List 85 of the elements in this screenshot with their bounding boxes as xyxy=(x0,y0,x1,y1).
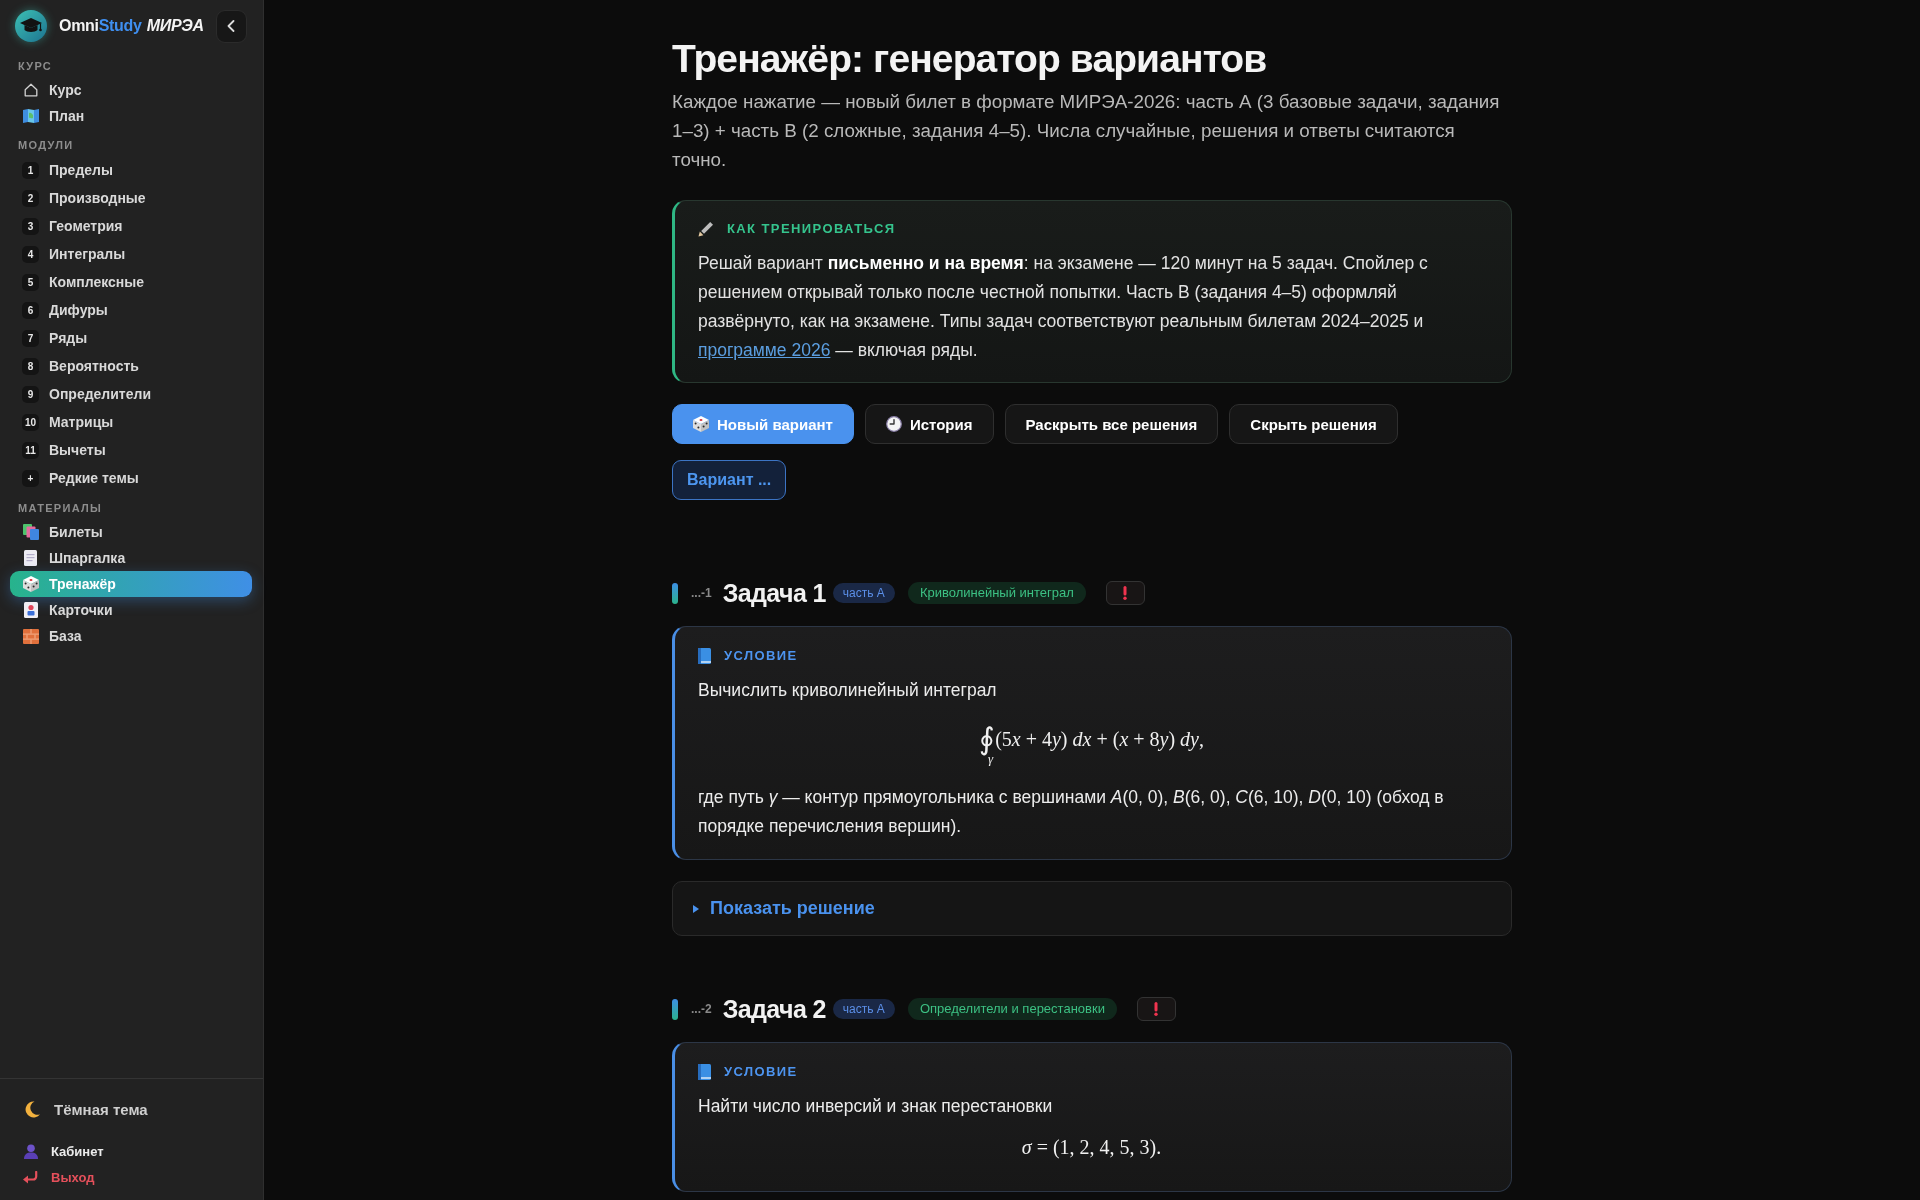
variant-button[interactable]: Вариант ... xyxy=(672,460,787,500)
house-icon xyxy=(23,83,38,97)
return-arrow-icon xyxy=(23,1170,38,1184)
accent-bar xyxy=(672,582,678,604)
accent-bar xyxy=(672,998,678,1020)
page-title: Тренажёр: генератор вариантов xyxy=(672,36,1267,82)
exclamation-icon xyxy=(1123,586,1128,600)
nav-item[interactable]: 3 Геометрия xyxy=(10,212,252,240)
module-number: 11 xyxy=(22,441,39,459)
section-title: МОДУЛИ xyxy=(18,138,74,152)
nav-item[interactable]: Билеты xyxy=(10,519,252,545)
formula: σ = (1, 2, 4, 5, 3). xyxy=(1021,1135,1162,1161)
clock-icon xyxy=(885,416,902,432)
module-number: 10 xyxy=(22,413,39,431)
chevron-left-icon xyxy=(227,20,236,32)
book-icon xyxy=(698,648,711,664)
bricks-icon xyxy=(22,628,39,644)
account-link[interactable]: Выход xyxy=(10,1164,107,1190)
moon-icon xyxy=(24,1100,40,1118)
brand-name: OmniStudy МИРЭА xyxy=(59,17,204,35)
task-number: ...-1 xyxy=(691,586,712,600)
module-number: 2 xyxy=(22,189,39,207)
topic-tag: Определители и перестановки xyxy=(907,998,1117,1020)
action-button[interactable]: История xyxy=(864,404,994,444)
nav-item[interactable]: 6 Дифуры xyxy=(10,296,252,324)
logo-icon xyxy=(15,10,47,42)
task-number: ...-2 xyxy=(691,1002,712,1016)
condition-text: Вычислить криволинейный интеграл xyxy=(698,679,998,702)
nav-item[interactable]: База xyxy=(10,623,252,649)
nav-item[interactable]: Шпаргалка xyxy=(10,545,252,571)
collapse-sidebar-button[interactable] xyxy=(215,9,247,43)
nav-item[interactable]: + Редкие темы xyxy=(10,464,252,492)
condition-text: Найти число инверсий и знак перестановки xyxy=(698,1095,1054,1118)
part-tag: часть А xyxy=(832,999,895,1019)
books-icon xyxy=(22,524,39,540)
nav-item[interactable]: 7 Ряды xyxy=(10,324,252,352)
task-title: Задача 2 xyxy=(722,994,826,1024)
exclamation-button[interactable] xyxy=(1105,581,1145,605)
dice-icon xyxy=(22,576,39,592)
tip-title: КАК ТРЕНИРОВАТЬСЯ xyxy=(727,222,896,236)
part-tag: часть А xyxy=(832,583,895,603)
module-number: 7 xyxy=(22,329,39,347)
nav-item[interactable]: Карточки xyxy=(10,597,252,623)
person-icon xyxy=(23,1143,38,1159)
book-icon xyxy=(698,1064,711,1080)
nav-item[interactable]: 5 Комплексные xyxy=(10,268,252,296)
module-number: 1 xyxy=(22,161,39,179)
module-number: 6 xyxy=(22,301,39,319)
section-title: МАТЕРИАЛЫ xyxy=(18,501,103,515)
tip-text: Решай вариант письменно и на время: на экзамене — 120 минут на 5 задач. Спойлер с решением открывай только после честной попытки. Часть В (задания 4–5) оформляй развёрнуто, как на экзамене. Типы задач соответствуют реальным билетам 2024–2025 и программе 2026 — включая ряды. xyxy=(698,252,1429,362)
nav-item[interactable]: 8 Вероятность xyxy=(10,352,252,380)
exclamation-icon xyxy=(1154,1002,1159,1016)
module-number: 4 xyxy=(22,245,39,263)
account-link[interactable]: Кабинет xyxy=(10,1138,116,1164)
exclamation-button[interactable] xyxy=(1136,997,1176,1021)
playing-card-icon xyxy=(23,602,38,618)
nav-item[interactable]: 4 Интегралы xyxy=(10,240,252,268)
condition-label: УСЛОВИЕ xyxy=(724,649,798,663)
condition-text: где путь γ — контур прямоугольника с вершинами A(0, 0), B(6, 0), C(6, 10), D(0, 10) (обход в порядке перечисления вершин). xyxy=(698,786,1445,838)
module-number: + xyxy=(22,469,39,487)
section-title: КУРС xyxy=(18,59,53,73)
module-number: 3 xyxy=(22,217,39,235)
action-button[interactable]: Скрыть решения xyxy=(1229,404,1398,444)
page-subtitle: Каждое нажатие — новый билет в формате МИРЭА-2026: часть А (3 базовые задачи, задания 1–3) + часть В (2 сложные, задания 4–5). Числа случайные, решения и ответы считаются точно. xyxy=(672,90,1501,172)
condition-label: УСЛОВИЕ xyxy=(724,1065,798,1079)
theme-toggle[interactable]: Тёмная тема xyxy=(14,1091,158,1127)
module-number: 9 xyxy=(22,385,39,403)
nav-item[interactable]: 10 Матрицы xyxy=(10,408,252,436)
nav-item[interactable]: 2 Производные xyxy=(10,184,252,212)
show-solution-toggle[interactable]: Показать решение xyxy=(672,881,1512,936)
nav-item[interactable]: План xyxy=(10,103,252,129)
map-icon xyxy=(22,109,39,123)
module-number: 5 xyxy=(22,273,39,291)
action-button[interactable]: Раскрыть все решения xyxy=(1004,404,1219,444)
nav-item[interactable]: 9 Определители xyxy=(10,380,252,408)
nav-item[interactable]: Курс xyxy=(10,77,252,103)
module-number: 8 xyxy=(22,357,39,375)
task-title: Задача 1 xyxy=(722,578,826,608)
nav-item[interactable]: 11 Вычеты xyxy=(10,436,252,464)
pencil-icon xyxy=(698,221,714,237)
topic-tag: Криволинейный интеграл xyxy=(907,582,1086,604)
nav-item[interactable]: 1 Пределы xyxy=(10,156,252,184)
program-link[interactable]: программе 2026 xyxy=(698,340,831,360)
page-icon xyxy=(24,550,37,566)
dice-icon xyxy=(693,416,709,432)
